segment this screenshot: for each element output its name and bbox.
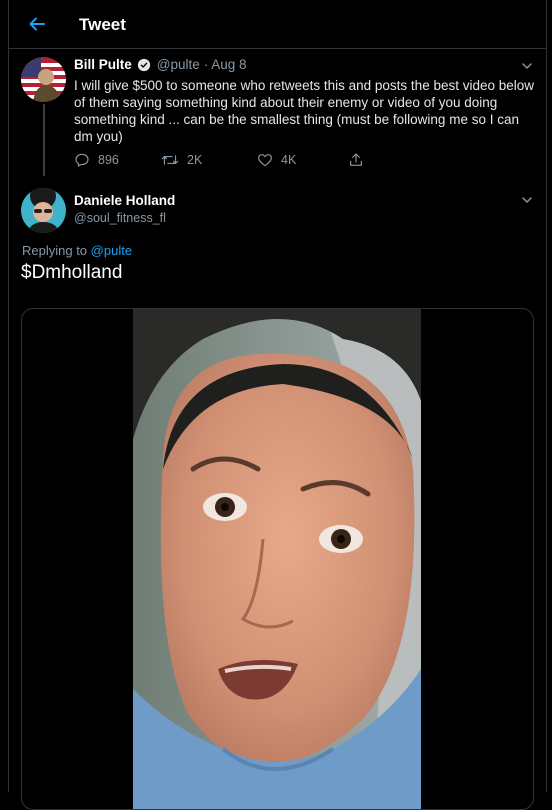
video-frame bbox=[133, 309, 421, 809]
tweet-header: Bill Pulte @pulte · Aug 8 bbox=[74, 57, 247, 72]
replying-prefix: Replying to bbox=[22, 243, 88, 258]
share-icon bbox=[350, 153, 362, 166]
tweet-date[interactable]: · Aug 8 bbox=[204, 57, 247, 72]
reply-icon bbox=[75, 153, 89, 168]
author-name[interactable]: Bill Pulte bbox=[74, 57, 132, 72]
like-count: 4K bbox=[281, 153, 297, 167]
retweet-icon bbox=[161, 155, 179, 165]
chevron-down-icon bbox=[522, 197, 532, 203]
author-handle[interactable]: @pulte bbox=[157, 57, 200, 72]
reply-more-button[interactable] bbox=[520, 193, 534, 207]
page-header: Tweet bbox=[9, 0, 546, 49]
like-button[interactable]: 4K bbox=[257, 152, 348, 168]
avatar-daniele-holland[interactable] bbox=[21, 188, 66, 233]
video-player[interactable] bbox=[21, 308, 534, 810]
column-border-right bbox=[546, 0, 547, 792]
reply-button[interactable]: 896 bbox=[74, 152, 161, 168]
retweet-button[interactable]: 2K bbox=[161, 152, 257, 168]
tweet-text: I will give $500 to someone who retweets… bbox=[74, 78, 535, 144]
verified-badge-icon bbox=[137, 58, 150, 71]
tweet-more-button[interactable] bbox=[520, 59, 534, 73]
heart-icon bbox=[258, 154, 272, 167]
reply-count: 896 bbox=[98, 153, 119, 167]
chevron-down-icon bbox=[522, 63, 532, 69]
replying-to-link[interactable]: @pulte bbox=[91, 243, 132, 258]
back-button[interactable] bbox=[25, 12, 49, 36]
column-border-left bbox=[8, 0, 9, 792]
page-title: Tweet bbox=[79, 15, 126, 34]
avatar-bill-pulte[interactable] bbox=[21, 57, 66, 102]
reply-text: $Dmholland bbox=[21, 262, 123, 283]
reply-author-handle[interactable]: @soul_fitness_fl bbox=[74, 211, 166, 225]
tweet-actions: 896 2K 4K bbox=[74, 152, 372, 168]
retweet-count: 2K bbox=[187, 153, 203, 167]
arrow-left-icon bbox=[29, 17, 45, 31]
replying-to-line: Replying to @pulte bbox=[22, 243, 132, 258]
reply-author-name[interactable]: Daniele Holland bbox=[74, 193, 175, 208]
thread-line bbox=[43, 104, 45, 176]
share-button[interactable] bbox=[348, 152, 372, 168]
